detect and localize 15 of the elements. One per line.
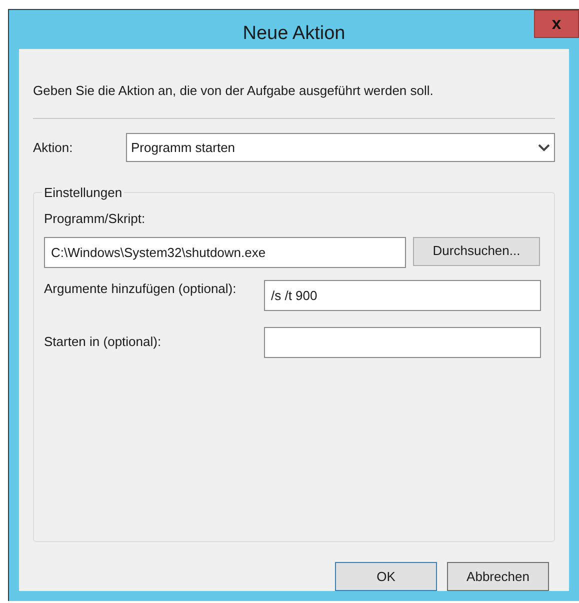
program-label: Programm/Skript: [44, 210, 146, 228]
arguments-label: Argumente hinzufügen (optional): [44, 280, 238, 298]
dialog-button[interactable]: OK [335, 562, 437, 591]
program-field[interactable]: C:\Windows\System32\shutdown.exe [44, 236, 406, 268]
start-in-label: Starten in (optional): [44, 333, 162, 352]
start-in-field[interactable] [264, 326, 541, 358]
window-title: Neue Aktion [242, 22, 346, 46]
dialog-button[interactable]: Abbrechen [447, 562, 549, 591]
action-label: Aktion: [33, 138, 74, 157]
browse-button[interactable]: Durchsuchen... [413, 236, 540, 266]
close-button[interactable]: x [534, 10, 579, 38]
chevron-down-icon [538, 144, 550, 152]
arguments-field[interactable]: /s /t 900 [264, 280, 541, 310]
instruction-text: Geben Sie die Aktion an, die von der Aufgabe ausgeführt werden soll. [33, 82, 434, 100]
action-dropdown[interactable]: Programm starten [126, 133, 555, 162]
